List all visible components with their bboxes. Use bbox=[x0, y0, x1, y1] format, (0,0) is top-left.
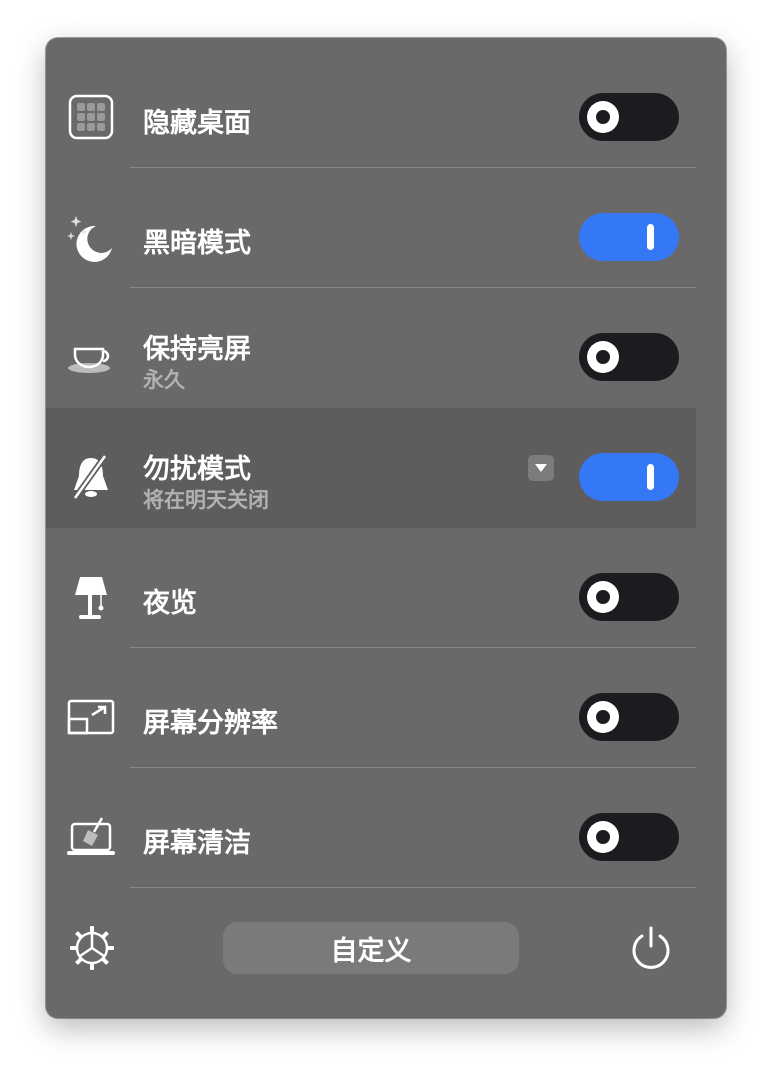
row-label: 黑暗模式 bbox=[143, 228, 251, 259]
chevron-down-icon bbox=[535, 464, 547, 472]
row-label: 保持亮屏 bbox=[143, 334, 251, 365]
control-panel: 隐藏桌面 黑暗模式 保持亮屏 永久 勿扰模式 将在明天关闭 夜览 屏幕分辨率 屏… bbox=[46, 38, 726, 1018]
grid-icon bbox=[66, 92, 116, 142]
night-shift-toggle[interactable] bbox=[579, 573, 679, 621]
row-sublabel: 将在明天关闭 bbox=[143, 488, 269, 512]
row-keep-awake: 保持亮屏 永久 bbox=[46, 288, 696, 408]
laptop-broom-icon bbox=[66, 812, 116, 862]
do-not-disturb-toggle[interactable] bbox=[579, 453, 679, 501]
coffee-cup-icon bbox=[66, 332, 116, 382]
row-do-not-disturb: 勿扰模式 将在明天关闭 bbox=[46, 408, 696, 528]
screen-resolution-toggle[interactable] bbox=[579, 693, 679, 741]
dnd-options-dropdown[interactable] bbox=[528, 455, 554, 481]
keep-awake-toggle[interactable] bbox=[579, 333, 679, 381]
row-label: 勿扰模式 bbox=[143, 454, 251, 485]
resolution-icon bbox=[66, 692, 116, 742]
row-dark-mode: 黑暗模式 bbox=[46, 168, 696, 288]
divider bbox=[130, 887, 696, 888]
row-label: 夜览 bbox=[143, 588, 197, 619]
row-screen-clean: 屏幕清洁 bbox=[46, 768, 696, 888]
gear-icon[interactable] bbox=[68, 924, 116, 972]
power-icon[interactable] bbox=[627, 924, 675, 972]
hide-desktop-toggle[interactable] bbox=[579, 93, 679, 141]
row-screen-resolution: 屏幕分辨率 bbox=[46, 648, 696, 768]
customize-button[interactable]: 自定义 bbox=[223, 922, 519, 974]
row-label: 屏幕清洁 bbox=[143, 828, 251, 859]
row-hide-desktop: 隐藏桌面 bbox=[46, 48, 696, 168]
dark-mode-toggle[interactable] bbox=[579, 213, 679, 261]
row-sublabel: 永久 bbox=[143, 368, 185, 392]
bell-slash-icon bbox=[66, 452, 116, 502]
screen-clean-toggle[interactable] bbox=[579, 813, 679, 861]
row-label: 屏幕分辨率 bbox=[143, 708, 278, 739]
lamp-icon bbox=[66, 572, 116, 622]
row-night-shift: 夜览 bbox=[46, 528, 696, 648]
moon-icon bbox=[66, 212, 116, 262]
row-label: 隐藏桌面 bbox=[143, 108, 251, 139]
